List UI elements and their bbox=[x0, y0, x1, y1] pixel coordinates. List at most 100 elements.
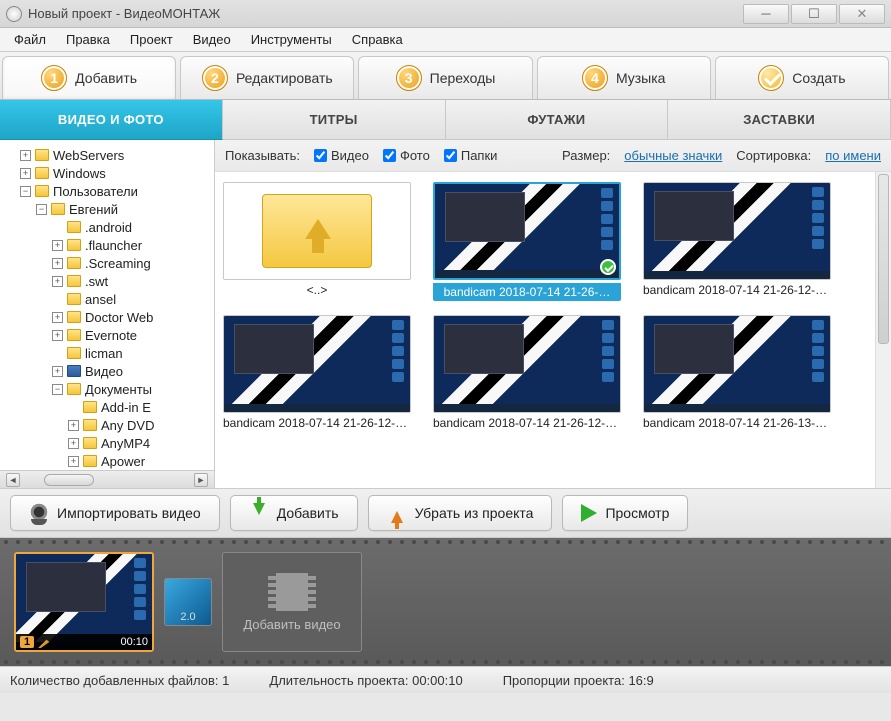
tree-label: licman bbox=[85, 346, 123, 361]
tree-node[interactable]: ansel bbox=[4, 290, 214, 308]
menu-file[interactable]: Файл bbox=[4, 29, 56, 50]
size-link[interactable]: обычные значки bbox=[624, 148, 722, 163]
import-video-button[interactable]: Импортировать видео bbox=[10, 495, 220, 531]
close-button[interactable]: ✕ bbox=[839, 4, 885, 24]
thumb-item-4[interactable]: bandicam 2018-07-14 21-26-12-96… bbox=[433, 315, 621, 430]
folder-icon bbox=[67, 293, 81, 305]
tree-node[interactable]: +Apower bbox=[4, 452, 214, 470]
step-tab-create[interactable]: Создать bbox=[715, 56, 889, 99]
folder-icon bbox=[35, 149, 49, 161]
collapse-icon[interactable]: − bbox=[20, 186, 31, 197]
step-tab-transitions[interactable]: 3 Переходы bbox=[358, 56, 532, 99]
tree-node[interactable]: +AnyMP4 bbox=[4, 434, 214, 452]
scrollbar-thumb[interactable] bbox=[878, 174, 889, 344]
tree-node[interactable]: +.flauncher bbox=[4, 236, 214, 254]
folder-icon bbox=[67, 311, 81, 323]
folder-icon bbox=[83, 455, 97, 467]
tree-node[interactable]: + WebServers bbox=[4, 146, 214, 164]
step-tab-edit[interactable]: 2 Редактировать bbox=[180, 56, 354, 99]
subtab-video-photo[interactable]: ВИДЕО И ФОТО bbox=[0, 100, 223, 140]
timeline[interactable]: 1 00:10 2.0 Добавить видео bbox=[0, 538, 891, 666]
thumb-parent-folder[interactable]: <..> bbox=[223, 182, 411, 301]
tree-node[interactable]: .android bbox=[4, 218, 214, 236]
tree-label: ansel bbox=[85, 292, 116, 307]
collapse-icon[interactable]: − bbox=[36, 204, 47, 215]
checkbox-folders[interactable] bbox=[444, 149, 457, 162]
expand-icon[interactable]: + bbox=[68, 420, 79, 431]
tree-node[interactable]: +Any DVD bbox=[4, 416, 214, 434]
expand-icon[interactable]: + bbox=[52, 240, 63, 251]
timeline-clip-1[interactable]: 1 00:10 bbox=[14, 552, 154, 652]
filter-video-checkbox[interactable]: Видео bbox=[314, 148, 369, 163]
filter-photo-checkbox[interactable]: Фото bbox=[383, 148, 430, 163]
tree-node[interactable]: +Doctor Web bbox=[4, 308, 214, 326]
step-label-transitions: Переходы bbox=[430, 70, 496, 86]
folder-icon bbox=[83, 401, 97, 413]
filter-folders-checkbox[interactable]: Папки bbox=[444, 148, 498, 163]
checkbox-photo[interactable] bbox=[383, 149, 396, 162]
tree-label: WebServers bbox=[53, 148, 124, 163]
folder-tree[interactable]: + WebServers + Windows−Пользователи−Евгений… bbox=[0, 140, 214, 470]
sort-link[interactable]: по имени bbox=[825, 148, 881, 163]
scroll-left-icon[interactable]: ◄ bbox=[6, 473, 20, 487]
menu-project[interactable]: Проект bbox=[120, 29, 183, 50]
remove-label: Убрать из проекта bbox=[415, 505, 534, 521]
tree-horizontal-scrollbar[interactable]: ◄ ► bbox=[0, 470, 214, 488]
step-tab-music[interactable]: 4 Музыка bbox=[537, 56, 711, 99]
tree-label: Windows bbox=[53, 166, 106, 181]
preview-button[interactable]: Просмотр bbox=[562, 495, 688, 531]
expand-icon[interactable]: + bbox=[20, 150, 31, 161]
expand-icon[interactable]: + bbox=[52, 276, 63, 287]
filter-folders-label: Папки bbox=[461, 148, 498, 163]
thumb-item-3[interactable]: bandicam 2018-07-14 21-26-12-85… bbox=[223, 315, 411, 430]
tree-node[interactable]: licman bbox=[4, 344, 214, 362]
thumb-item-1[interactable]: bandicam 2018-07-14 21-26-… bbox=[433, 182, 621, 301]
expand-icon[interactable]: + bbox=[52, 330, 63, 341]
add-button[interactable]: Добавить bbox=[230, 495, 358, 531]
tree-node[interactable]: +.swt bbox=[4, 272, 214, 290]
expand-icon[interactable]: + bbox=[52, 312, 63, 323]
collapse-icon[interactable]: − bbox=[52, 384, 63, 395]
thumb-caption-2: bandicam 2018-07-14 21-26-12-53… bbox=[643, 283, 831, 297]
tree-node[interactable]: + Windows bbox=[4, 164, 214, 182]
folder-icon bbox=[67, 329, 81, 341]
tree-node[interactable]: Add-in E bbox=[4, 398, 214, 416]
pencil-icon[interactable] bbox=[38, 636, 52, 648]
tree-node[interactable]: +.Screaming bbox=[4, 254, 214, 272]
checkbox-video[interactable] bbox=[314, 149, 327, 162]
step-tab-add[interactable]: 1 Добавить bbox=[2, 56, 176, 99]
menu-tools[interactable]: Инструменты bbox=[241, 29, 342, 50]
folder-icon bbox=[35, 185, 49, 197]
thumb-item-5[interactable]: bandicam 2018-07-14 21-26-13-18… bbox=[643, 315, 831, 430]
timeline-transition[interactable]: 2.0 bbox=[164, 578, 212, 626]
timeline-add-video[interactable]: Добавить видео bbox=[222, 552, 362, 652]
scroll-right-icon[interactable]: ► bbox=[194, 473, 208, 487]
menu-edit[interactable]: Правка bbox=[56, 29, 120, 50]
expand-icon[interactable]: + bbox=[20, 168, 31, 179]
tree-node[interactable]: −Евгений bbox=[4, 200, 214, 218]
browser-vertical-scrollbar[interactable] bbox=[875, 172, 891, 488]
subtab-splash[interactable]: ЗАСТАВКИ bbox=[668, 100, 891, 140]
subtab-footage[interactable]: ФУТАЖИ bbox=[446, 100, 669, 140]
scroll-thumb[interactable] bbox=[44, 474, 94, 486]
subtab-titles[interactable]: ТИТРЫ bbox=[223, 100, 446, 140]
menu-help[interactable]: Справка bbox=[342, 29, 413, 50]
remove-button[interactable]: Убрать из проекта bbox=[368, 495, 553, 531]
expand-icon[interactable]: + bbox=[52, 258, 63, 269]
minimize-button[interactable]: ─ bbox=[743, 4, 789, 24]
tree-node[interactable]: −Документы bbox=[4, 380, 214, 398]
step-label-edit: Редактировать bbox=[236, 70, 333, 86]
status-duration-value: 00:00:10 bbox=[412, 673, 463, 688]
expand-icon[interactable]: + bbox=[68, 456, 79, 467]
actions-row: Импортировать видео Добавить Убрать из п… bbox=[0, 488, 891, 538]
menu-video[interactable]: Видео bbox=[183, 29, 241, 50]
expand-icon[interactable]: + bbox=[52, 366, 63, 377]
tree-node[interactable]: −Пользователи bbox=[4, 182, 214, 200]
browser-toolbar: Показывать: Видео Фото Папки Размер: обы… bbox=[215, 140, 891, 172]
expand-icon[interactable]: + bbox=[68, 438, 79, 449]
thumb-item-2[interactable]: bandicam 2018-07-14 21-26-12-53… bbox=[643, 182, 831, 301]
maximize-button[interactable]: ☐ bbox=[791, 4, 837, 24]
tree-node[interactable]: +Видео bbox=[4, 362, 214, 380]
transition-duration: 2.0 bbox=[180, 611, 195, 623]
tree-node[interactable]: +Evernote bbox=[4, 326, 214, 344]
